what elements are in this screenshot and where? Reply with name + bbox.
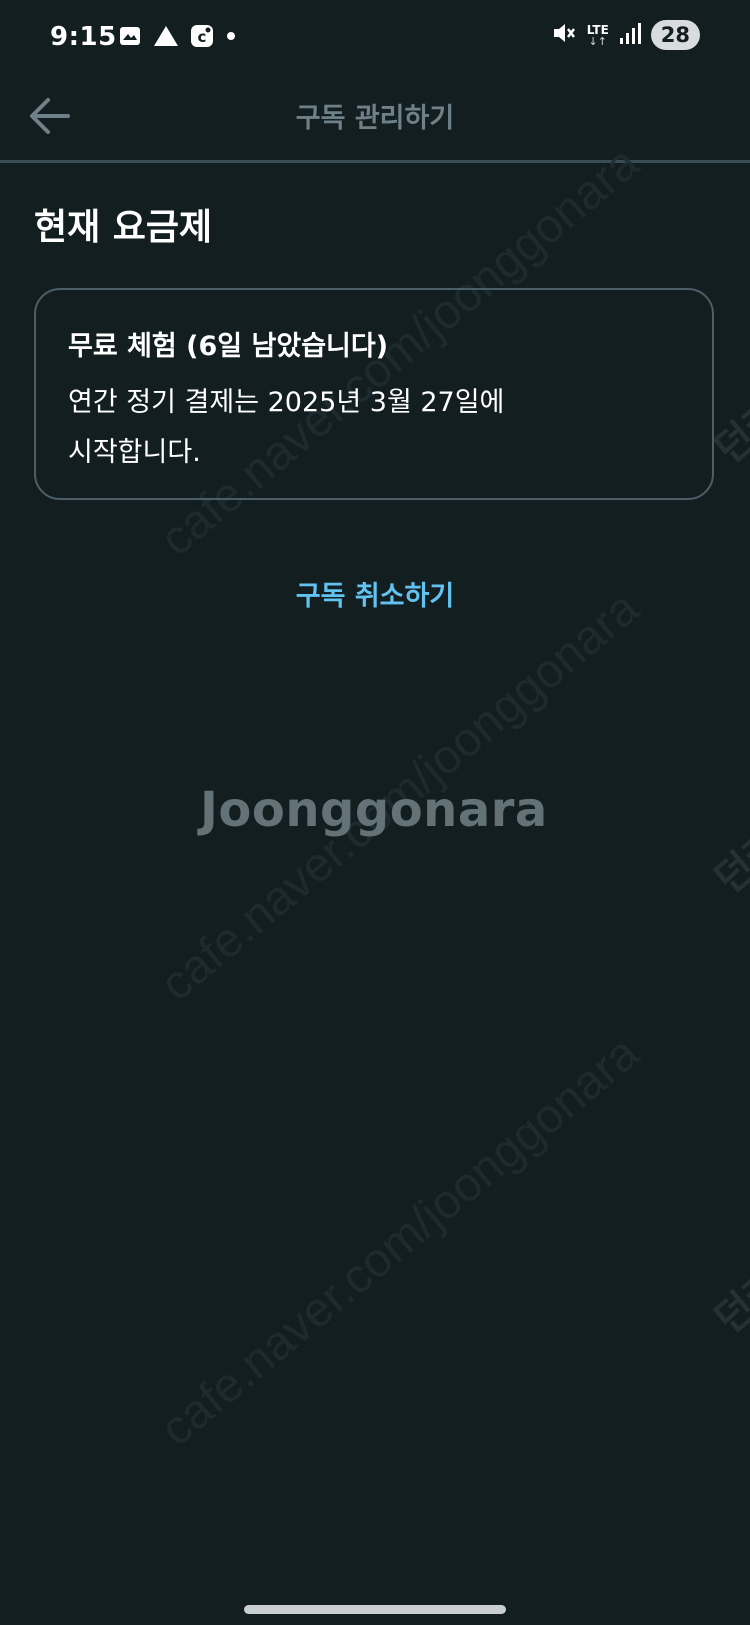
current-plan-card: 무료 체험 (6일 남았습니다) 연간 정기 결제는 2025년 3월 27일에…: [34, 288, 714, 500]
status-bar: 9:15 c LTE ↓↑ 28: [0, 0, 750, 78]
app-bar: 구독 관리하기: [0, 78, 750, 163]
more-notifications-dot-icon: [224, 24, 238, 52]
home-indicator[interactable]: [244, 1605, 506, 1614]
app-notification-icon: c: [190, 24, 214, 52]
lte-label: LTE: [586, 22, 609, 37]
plan-description-line: 연간 정기 결제는 2025년 3월 27일에: [68, 387, 505, 418]
svg-text:c: c: [198, 28, 207, 46]
gallery-notification-icon: [118, 24, 142, 52]
plan-description-line: 시작합니다.: [68, 437, 201, 468]
watermark-brand: Joonggonara: [200, 782, 548, 838]
notification-icons: c: [118, 24, 238, 52]
lte-signal-indicator: LTE ↓↑: [587, 24, 609, 47]
plan-description: 연간 정기 결제는 2025년 3월 27일에 시작합니다.: [68, 378, 568, 478]
alert-triangle-icon: [152, 24, 180, 52]
battery-indicator: 28: [650, 20, 700, 50]
watermark-url: cafe.naver.com/joonggonara: [150, 1026, 649, 1457]
watermark-side-text: 던커: [706, 820, 750, 903]
lte-arrows: ↓↑: [588, 34, 607, 48]
cancel-subscription-button[interactable]: 구독 취소하기: [0, 574, 750, 613]
current-plan-heading: 현재 요금제: [34, 207, 213, 248]
system-icons: LTE ↓↑ 28: [551, 20, 700, 50]
status-time: 9:15: [50, 22, 117, 52]
plan-name: 무료 체험 (6일 남았습니다): [68, 331, 389, 362]
signal-strength-icon: [619, 21, 641, 49]
watermark-side-text: 던커: [706, 1260, 750, 1343]
page-title: 구독 관리하기: [295, 103, 455, 134]
mute-icon: [551, 20, 577, 50]
